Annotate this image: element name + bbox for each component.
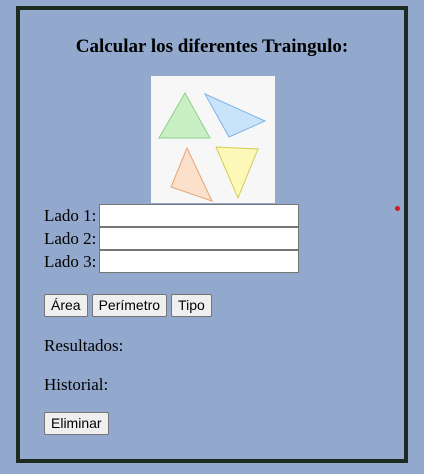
green-triangle-icon — [158, 91, 211, 139]
triangles-image — [151, 76, 275, 203]
marker-dot — [395, 206, 400, 211]
perimeter-button[interactable]: Perímetro — [91, 294, 168, 317]
type-button[interactable]: Tipo — [171, 294, 212, 317]
side-2-input[interactable] — [99, 227, 300, 250]
page-title: Calcular los diferentes Traingulo: — [75, 36, 349, 57]
calculator-panel: Calcular los diferentes Traingulo: Lado … — [16, 6, 408, 463]
action-buttons: Área Perímetro Tipo — [44, 294, 212, 317]
history-label: Historial: — [44, 375, 109, 394]
side-2-label: Lado 2: — [44, 228, 97, 248]
results-label: Resultados: — [44, 336, 124, 355]
delete-button[interactable]: Eliminar — [44, 412, 109, 435]
blue-triangle-icon — [203, 92, 267, 138]
side-3-label: Lado 3: — [44, 251, 97, 271]
side-2-row: Lado 2: — [44, 227, 300, 250]
side-1-row: Lado 1: — [44, 204, 300, 227]
yellow-triangle-icon — [215, 146, 259, 200]
side-1-label: Lado 1: — [44, 205, 97, 225]
area-button[interactable]: Área — [44, 294, 88, 317]
orange-triangle-icon — [170, 146, 213, 202]
side-3-input[interactable] — [99, 250, 300, 273]
delete-container: Eliminar — [44, 412, 109, 435]
side-1-input[interactable] — [99, 204, 300, 227]
triangles-illustration-icon — [158, 91, 267, 202]
side-3-row: Lado 3: — [44, 250, 300, 273]
